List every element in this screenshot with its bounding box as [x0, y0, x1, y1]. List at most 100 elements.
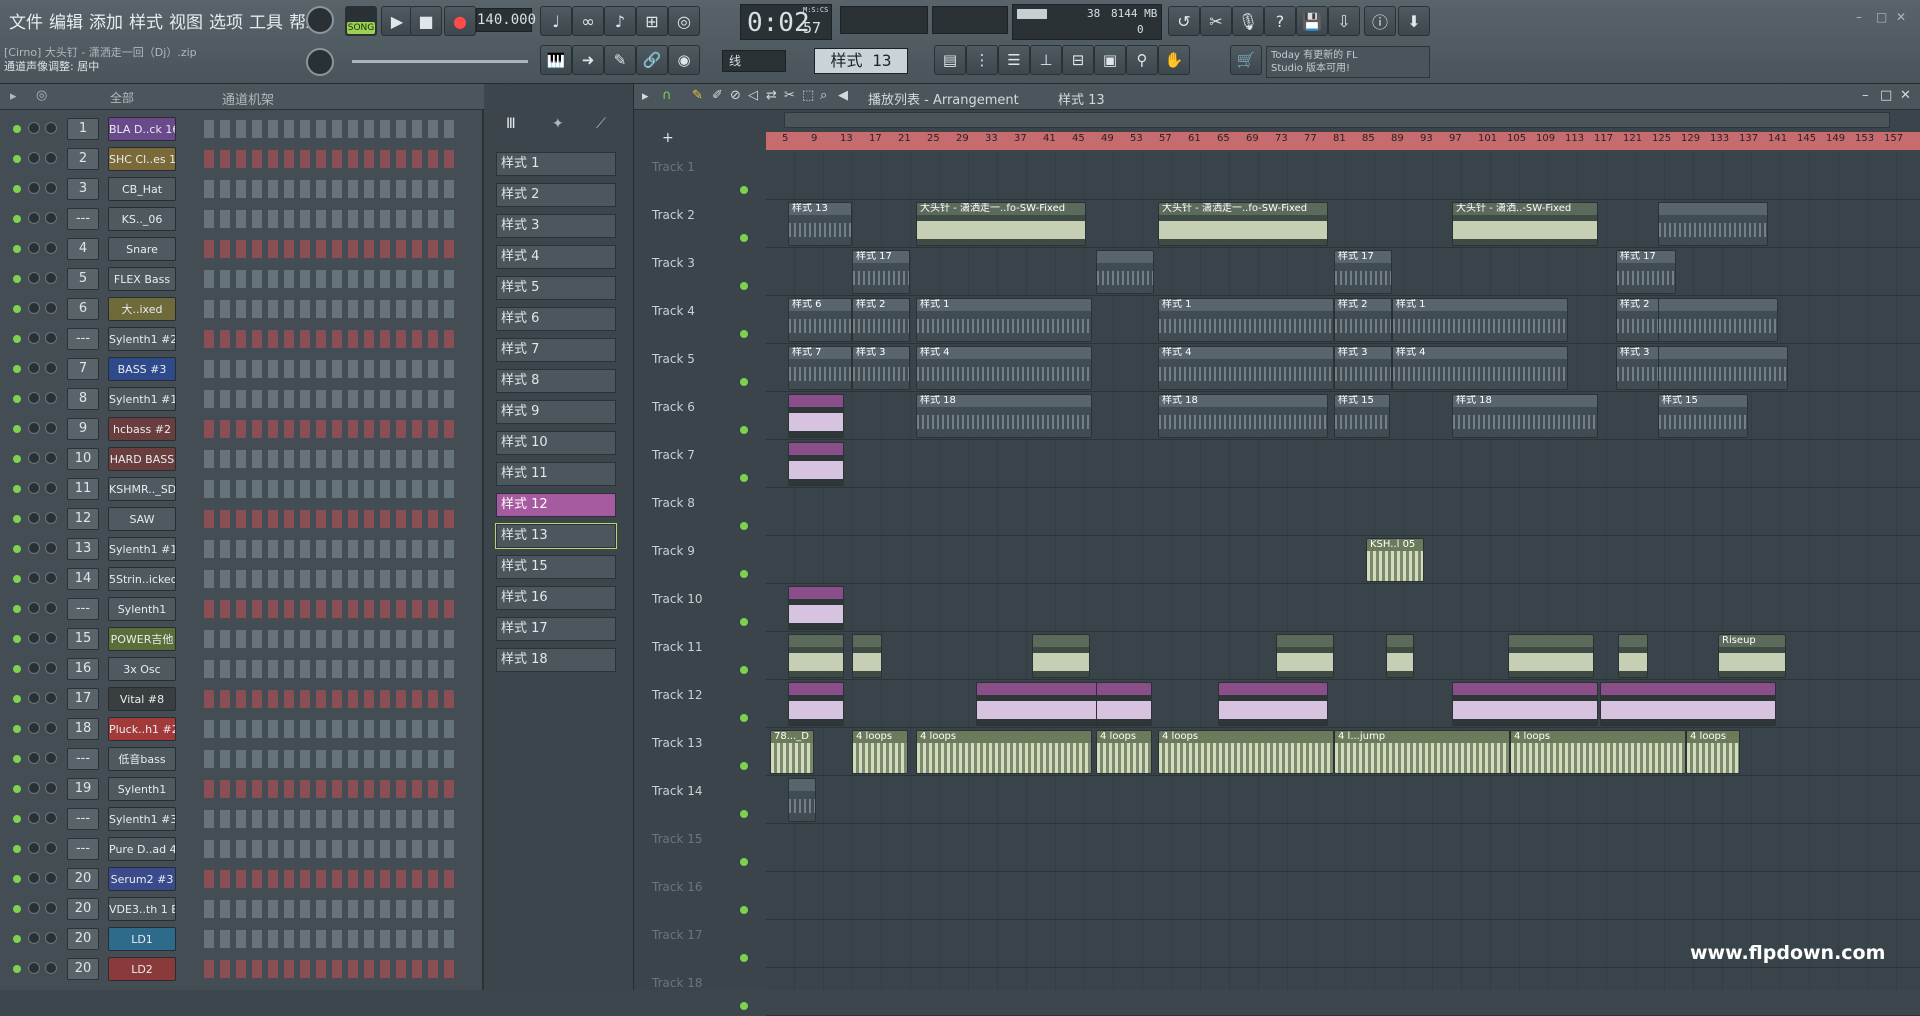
- step-sequencer[interactable]: [204, 540, 460, 558]
- playlist-clip[interactable]: [852, 634, 882, 678]
- playlist-clip[interactable]: 样式 15: [1334, 394, 1390, 438]
- playlist-clip[interactable]: 样式 13: [788, 202, 852, 246]
- channel-name-button[interactable]: Serum2 #3: [108, 867, 176, 891]
- song-mode-toggle[interactable]: SONG: [345, 6, 377, 36]
- track-led-icon[interactable]: [740, 906, 748, 914]
- track-name[interactable]: Track 16: [652, 880, 746, 894]
- channel-name-button[interactable]: LD1: [108, 927, 176, 951]
- metronome-icon[interactable]: ♩: [540, 6, 572, 36]
- channel-rack-icon[interactable]: ⋮: [966, 45, 998, 75]
- track-led-icon[interactable]: [740, 474, 748, 482]
- tempo-tapper-icon[interactable]: ⚲: [1126, 45, 1158, 75]
- step-sequencer[interactable]: [204, 780, 460, 798]
- select-tool-icon[interactable]: ⬚: [802, 88, 814, 103]
- playlist-minimize-icon[interactable]: –: [1862, 88, 1869, 103]
- mixer-track-number[interactable]: 15: [67, 628, 99, 650]
- mixer-track-number[interactable]: ---: [67, 598, 99, 620]
- playlist-clip[interactable]: [788, 634, 844, 678]
- mixer-track-number[interactable]: 5: [67, 268, 99, 290]
- channel-led-icon[interactable]: [13, 275, 21, 283]
- playlist-clip[interactable]: 样式 18: [1158, 394, 1328, 438]
- brush-tool-icon[interactable]: ✎: [604, 45, 636, 75]
- pan-knob-icon[interactable]: [28, 182, 40, 194]
- pan-knob-icon[interactable]: [28, 572, 40, 584]
- pattern-item[interactable]: 样式 10: [496, 431, 616, 455]
- loop-record-icon[interactable]: ∞: [572, 6, 604, 36]
- track-name[interactable]: Track 14: [652, 784, 746, 798]
- track-led-icon[interactable]: [740, 618, 748, 626]
- track-led-icon[interactable]: [740, 522, 748, 530]
- channel-name-button[interactable]: Sylenth1: [108, 777, 176, 801]
- step-sequencer[interactable]: [204, 750, 460, 768]
- volume-knob-icon[interactable]: [45, 872, 57, 884]
- menu-options[interactable]: 选项: [206, 8, 246, 33]
- pan-knob-icon[interactable]: [28, 422, 40, 434]
- info-icon[interactable]: ⓘ: [1364, 6, 1396, 36]
- playlist-clip[interactable]: 样式 4: [1158, 346, 1334, 390]
- mixer-icon[interactable]: ▤: [934, 45, 966, 75]
- playlist-clip[interactable]: 大头针 - 潇洒走一..fo-SW-Fixed: [1158, 202, 1328, 246]
- track-lane[interactable]: [766, 440, 1920, 488]
- volume-knob-icon[interactable]: [45, 692, 57, 704]
- pattern-item[interactable]: 样式 12: [496, 493, 616, 517]
- mixer-track-number[interactable]: 3: [67, 178, 99, 200]
- pattern-item[interactable]: 样式 4: [496, 245, 616, 269]
- volume-knob-icon[interactable]: [45, 512, 57, 524]
- track-name[interactable]: Track 5: [652, 352, 746, 366]
- volume-knob-icon[interactable]: [45, 212, 57, 224]
- track-lane[interactable]: [766, 584, 1920, 632]
- track-led-icon[interactable]: [740, 570, 748, 578]
- playlist-clip[interactable]: 样式 4: [1392, 346, 1568, 390]
- playlist-clip[interactable]: [1096, 682, 1152, 726]
- channel-led-icon[interactable]: [13, 755, 21, 763]
- volume-knob-icon[interactable]: [45, 422, 57, 434]
- undo-icon[interactable]: ↺: [1168, 6, 1200, 36]
- channel-led-icon[interactable]: [13, 635, 21, 643]
- channel-name-button[interactable]: Sylenth1 #14: [108, 387, 176, 411]
- volume-knob-icon[interactable]: [45, 572, 57, 584]
- playlist-menu-arrow[interactable]: ▸: [642, 89, 649, 104]
- track-led-icon[interactable]: [740, 186, 748, 194]
- volume-knob-icon[interactable]: [45, 842, 57, 854]
- channel-led-icon[interactable]: [13, 125, 21, 133]
- playlist-clip[interactable]: 样式 17: [1616, 250, 1676, 294]
- channel-led-icon[interactable]: [13, 455, 21, 463]
- news-panel[interactable]: Today 有更新的 FL Studio 版本可用!: [1266, 46, 1430, 78]
- track-lane[interactable]: [766, 968, 1920, 1016]
- volume-knob-icon[interactable]: [45, 752, 57, 764]
- menu-tools[interactable]: 工具: [246, 8, 286, 33]
- close-icon[interactable]: ✕: [1896, 10, 1906, 24]
- maximize-icon[interactable]: □: [1876, 10, 1887, 24]
- pattern-item[interactable]: 样式 8: [496, 369, 616, 393]
- wait-for-input-icon[interactable]: ◎: [668, 6, 700, 36]
- download-icon[interactable]: ⬇: [1398, 6, 1430, 36]
- playlist-clip[interactable]: [788, 586, 844, 630]
- pan-knob-icon[interactable]: [28, 302, 40, 314]
- mixer-track-number[interactable]: 20: [67, 928, 99, 950]
- rack-menu-arrow[interactable]: ▸: [10, 89, 17, 104]
- arrow-tool-icon[interactable]: ➜: [572, 45, 604, 75]
- channel-name-button[interactable]: 5Strin..icked: [108, 567, 176, 591]
- step-sequencer[interactable]: [204, 180, 460, 198]
- step-sequencer[interactable]: [204, 450, 460, 468]
- mixer-track-number[interactable]: 19: [67, 778, 99, 800]
- pan-knob-icon[interactable]: [28, 632, 40, 644]
- step-sequencer[interactable]: [204, 720, 460, 738]
- step-sequencer[interactable]: [204, 930, 460, 948]
- pan-knob-icon[interactable]: [28, 212, 40, 224]
- mixer-track-number[interactable]: 17: [67, 688, 99, 710]
- playlist-clip[interactable]: 4 loops: [852, 730, 908, 774]
- playlist-clip[interactable]: 样式 1: [1392, 298, 1568, 342]
- overview-strip[interactable]: [784, 112, 1890, 128]
- channel-led-icon[interactable]: [13, 725, 21, 733]
- playlist-clip[interactable]: 4 loops: [1158, 730, 1334, 774]
- volume-knob-icon[interactable]: [45, 632, 57, 644]
- playlist-maximize-icon[interactable]: □: [1880, 88, 1892, 103]
- delete-tool-icon[interactable]: ⊘: [730, 88, 741, 103]
- mixer-track-number[interactable]: 20: [67, 868, 99, 890]
- pan-knob-icon[interactable]: [28, 122, 40, 134]
- plugin-picker-icon[interactable]: ▣: [1094, 45, 1126, 75]
- pattern-item[interactable]: 样式 9: [496, 400, 616, 424]
- playlist-icon[interactable]: ☰: [998, 45, 1030, 75]
- step-sequencer[interactable]: [204, 960, 460, 978]
